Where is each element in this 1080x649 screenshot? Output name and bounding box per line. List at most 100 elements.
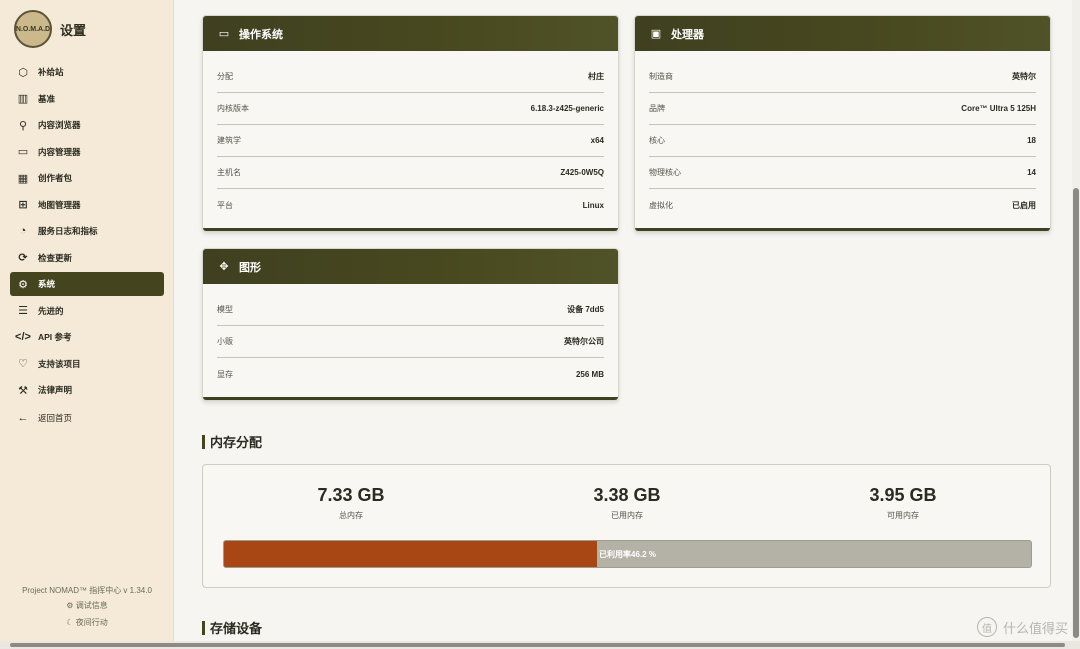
sidebar-item-label: 先进的 <box>38 305 64 316</box>
gavel-icon: ⚒ <box>18 384 28 397</box>
brand: N.O.M.A.D 设置 <box>14 10 86 48</box>
row-value: 设备 7dd5 <box>567 305 604 314</box>
sidebar-item-label: API 参考 <box>38 332 72 342</box>
row-key: 平台 <box>217 200 233 210</box>
row-value: 英特尔公司 <box>564 337 604 346</box>
sidebar-item-label: 内容浏览器 <box>38 120 81 130</box>
sidebar-item-map-manager[interactable]: ⊞ 地图管理器 <box>10 193 164 217</box>
sidebar-item-benchmark[interactable]: ▥ 基准 <box>10 87 164 111</box>
bar-chart-icon: ▥ <box>17 93 29 105</box>
memory-section-title: 内存分配 <box>202 432 262 451</box>
search-icon: ⚲ <box>18 119 28 132</box>
watermark: 值 什么值得买 <box>976 617 1068 637</box>
sidebar-item-supply[interactable]: ⬡ 补给站 <box>10 60 164 84</box>
cube-icon: ⬡ <box>18 66 28 79</box>
sidebar-item-label: 服务日志和指标 <box>38 226 98 236</box>
page-title: 设置 <box>60 22 87 38</box>
row-key: 内核版本 <box>217 104 249 113</box>
row-value: Z425-0W5Q <box>560 168 604 177</box>
info-row: 分配 村庄 <box>217 61 604 93</box>
sidebar: N.O.M.A.D 设置 ⬡ 补给站 ▥ 基准 ⚲ 内容浏览器 ▭ 内容管理器 ▦ 创作者… <box>0 0 174 649</box>
sidebar-item-support[interactable]: ♡ 支持该项目 <box>10 352 164 376</box>
sidebar-item-api[interactable]: </> API 参考 <box>10 325 164 349</box>
card-bottom-border <box>635 228 1050 231</box>
memory-free: 3.95 GB 可用内存 <box>803 485 1003 521</box>
moon-icon: ☾ <box>66 618 76 627</box>
sidebar-item-label: 法律声明 <box>38 385 73 395</box>
info-row: 核心 18 <box>649 125 1036 157</box>
gauge-icon: ◔ <box>19 225 27 237</box>
memory-used: 3.38 GB 已用内存 <box>527 485 727 521</box>
sidebar-item-creator-packs[interactable]: ▦ 创作者包 <box>10 166 164 190</box>
night-mode-toggle[interactable]: ☾ 夜间行动 <box>0 617 174 628</box>
info-row: 平台 Linux <box>217 189 604 221</box>
vertical-scroll-thumb[interactable] <box>1073 188 1079 638</box>
sidebar-item-legal[interactable]: ⚒ 法律声明 <box>10 378 164 402</box>
gpu-card-header: ✥ 图形 <box>203 249 618 284</box>
sidebar-item-check-updates[interactable]: ⟳ 检查更新 <box>10 246 164 270</box>
memory-free-label: 可用内存 <box>887 511 919 520</box>
info-row: 内核版本 6.18.3-z425-generic <box>217 93 604 125</box>
gpu-card-title: 图形 <box>239 261 261 274</box>
sidebar-item-advanced[interactable]: ☰ 先进的 <box>10 299 164 323</box>
row-key: 品牌 <box>649 104 665 113</box>
os-card: ▭ 操作系统 分配 村庄 内核版本 6.18.3-z425-generic 建筑学 x… <box>202 15 619 232</box>
sidebar-item-content-manager[interactable]: ▭ 内容管理器 <box>10 140 164 164</box>
row-value: Linux <box>582 200 604 210</box>
heart-icon: ♡ <box>18 358 28 370</box>
cpu-icon: ▣ <box>650 28 662 40</box>
row-key: 模型 <box>217 305 233 314</box>
code-icon: </> <box>15 331 31 343</box>
back-home-link[interactable]: ← 返回首页 <box>10 406 164 430</box>
row-value: 256 MB <box>575 369 604 379</box>
row-value: Core™ Ultra 5 125H <box>961 104 1036 113</box>
cpu-card: ▣ 处理器 制造商 英特尔 品牌 Core™ Ultra 5 125H 核心 18 物… <box>634 15 1051 232</box>
sidebar-item-label: 补给站 <box>38 67 64 77</box>
horizontal-scrollbar[interactable] <box>0 641 1080 649</box>
debug-info-link[interactable]: ⚙ 调试信息 <box>0 600 174 611</box>
info-row: 品牌 Core™ Ultra 5 125H <box>649 93 1036 125</box>
back-home-label: 返回首页 <box>38 413 73 423</box>
info-row: 小贩 英特尔公司 <box>217 326 604 358</box>
memory-usage-bar: 已利用率46.2 % <box>223 540 1032 568</box>
nomad-logo[interactable]: N.O.M.A.D <box>14 10 52 48</box>
folder-icon: ▭ <box>17 146 29 158</box>
sidebar-item-label: 基准 <box>38 93 56 104</box>
version-text: Project NOMAD™ 指挥中心 v 1.34.0 <box>22 586 152 595</box>
os-card-header: ▭ 操作系统 <box>203 16 618 51</box>
row-value: x64 <box>590 136 604 145</box>
row-key: 虚拟化 <box>649 200 673 210</box>
horizontal-scroll-thumb[interactable] <box>10 643 1065 647</box>
sidebar-item-system[interactable]: ⚙ 系统 <box>10 272 164 296</box>
memory-used-label: 已用内存 <box>611 511 643 520</box>
refresh-icon: ⟳ <box>18 252 28 264</box>
info-row: 主机名 Z425-0W5Q <box>217 157 604 189</box>
card-bottom-border <box>203 228 618 231</box>
row-key: 主机名 <box>217 168 241 177</box>
info-row: 建筑学 x64 <box>217 125 604 157</box>
sidebar-item-label: 创作者包 <box>38 173 73 183</box>
row-value: 村庄 <box>588 72 604 81</box>
watermark-text: 什么值得买 <box>1002 620 1068 636</box>
sidebar-item-content-browser[interactable]: ⚲ 内容浏览器 <box>10 113 164 137</box>
info-row: 显存 256 MB <box>217 358 604 390</box>
watermark-icon: 值 <box>976 617 997 637</box>
info-row: 虚拟化 已启用 <box>649 189 1036 221</box>
sidebar-item-service-logs[interactable]: ◔ 服务日志和指标 <box>10 219 164 243</box>
row-key: 物理核心 <box>649 168 681 177</box>
row-value: 14 <box>1027 168 1036 177</box>
sidebar-item-label: 检查更新 <box>38 252 73 263</box>
gear-icon: ⚙ <box>66 601 76 610</box>
sidebar-item-label: 地图管理器 <box>38 199 81 210</box>
sidebar-nav: ⬡ 补给站 ▥ 基准 ⚲ 内容浏览器 ▭ 内容管理器 ▦ 创作者包 ⊞ 地图管理器 ◔ 服务日… <box>10 60 164 433</box>
vertical-scrollbar[interactable] <box>1072 0 1080 649</box>
row-value: 英特尔 <box>1012 72 1036 81</box>
memory-card: 7.33 GB 总内存 3.38 GB 已用内存 3.95 GB 可用内存 已利… <box>202 464 1051 588</box>
row-value: 18 <box>1027 136 1036 145</box>
memory-total-label: 总内存 <box>339 511 363 520</box>
memory-total-value: 7.33 GB <box>317 485 385 505</box>
gear-icon: ⚙ <box>18 278 28 291</box>
os-card-title: 操作系统 <box>239 28 283 41</box>
row-key: 小贩 <box>217 337 233 346</box>
gpu-card: ✥ 图形 模型 设备 7dd5 小贩 英特尔公司 显存 256 MB <box>202 248 619 401</box>
